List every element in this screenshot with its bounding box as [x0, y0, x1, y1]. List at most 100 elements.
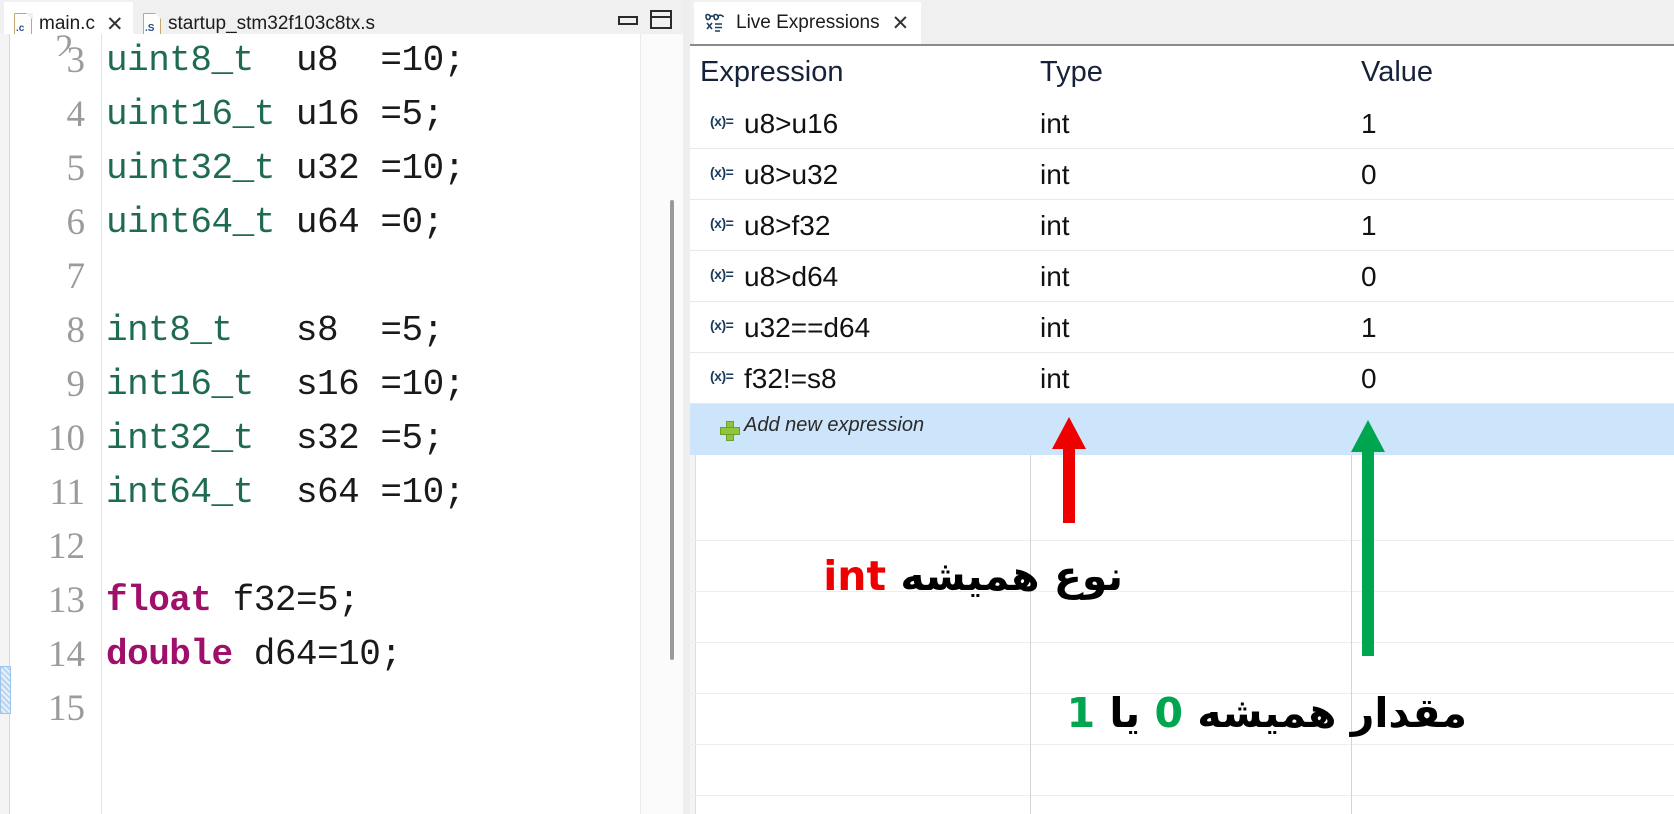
- line-number: 6: [66, 202, 86, 243]
- live-expressions-pane: Live Expressions ✕ Expression Type Value…: [690, 0, 1674, 814]
- editor-pane: .c main.c ✕ .S startup_stm32f103c8tx.s 2…: [0, 0, 690, 814]
- editor-tab-startup-s-label: startup_stm32f103c8tx.s: [168, 13, 375, 34]
- code-line[interactable]: 8 int8_t s8 =5;: [0, 304, 640, 358]
- variable-icon: (x)=: [710, 368, 734, 384]
- annotation-type-note: نوع همیشه int: [823, 552, 1123, 600]
- tab-live-expressions-label: Live Expressions: [736, 12, 880, 33]
- annotation-text-run: 1: [1066, 689, 1096, 737]
- code-token: u64 =0;: [274, 202, 444, 243]
- line-number: 10: [48, 418, 85, 459]
- line-number: 9: [66, 364, 86, 405]
- code-line[interactable]: 9 int16_t s16 =10;: [0, 358, 640, 412]
- editor-body: 2 3 uint8_t u8 =10; 4 uint16_t u16 =5; 5 uint…: [0, 34, 690, 814]
- code-token: uint8_t: [106, 40, 254, 81]
- line-number: 8: [66, 310, 86, 351]
- add-new-expression-label: Add new expression: [744, 414, 925, 436]
- close-icon[interactable]: ✕: [892, 13, 910, 34]
- table-header-row: Expression Type Value: [690, 46, 1674, 98]
- code-line[interactable]: 11 int64_t s64 =10;: [0, 466, 640, 520]
- line-number: 3: [66, 40, 86, 81]
- cell-expression: u8>f32: [744, 210, 831, 241]
- code-text-area[interactable]: 3 uint8_t u8 =10; 4 uint16_t u16 =5; 5 uint32…: [0, 34, 640, 814]
- line-number: 5: [66, 148, 86, 189]
- add-plus-icon[interactable]: [720, 421, 740, 441]
- code-line-text: uint8_t u8 =10;: [106, 34, 465, 88]
- pane-divider[interactable]: [683, 0, 690, 814]
- cell-type: int: [1040, 159, 1070, 190]
- code-token: double: [106, 634, 233, 675]
- tab-live-expressions[interactable]: Live Expressions ✕: [694, 2, 922, 44]
- column-header-type[interactable]: Type: [1040, 46, 1103, 98]
- code-line[interactable]: 14 double d64=10;: [0, 628, 640, 682]
- c-file-icon-label: .c: [16, 23, 25, 34]
- line-number: 12: [48, 526, 85, 567]
- ide-window: .c main.c ✕ .S startup_stm32f103c8tx.s 2…: [0, 0, 1674, 814]
- cell-type: int: [1040, 312, 1070, 343]
- code-line[interactable]: 7: [0, 250, 640, 304]
- code-token: s32 =5;: [253, 418, 444, 459]
- code-token: int32_t: [106, 418, 254, 459]
- table-row[interactable]: (x)= u8>d64 int 0: [690, 251, 1674, 302]
- column-header-value[interactable]: Value: [1361, 46, 1433, 98]
- cell-value: 1: [1361, 108, 1377, 139]
- table-row[interactable]: (x)= u8>u16 int 1: [690, 98, 1674, 149]
- code-token: uint16_t: [106, 94, 275, 135]
- s-file-icon: .S: [143, 12, 162, 35]
- table-row[interactable]: (x)= f32!=s8 int 0: [690, 353, 1674, 404]
- code-line-text: uint32_t u32 =10;: [106, 142, 465, 196]
- code-line-text: int32_t s32 =5;: [106, 412, 444, 466]
- code-line-text: float f32=5;: [106, 574, 360, 628]
- maximize-icon[interactable]: [650, 10, 672, 29]
- live-expressions-icon: [704, 13, 728, 33]
- empty-row-divider: [690, 540, 1674, 541]
- cell-value: 0: [1361, 363, 1377, 394]
- code-token: s16 =10;: [253, 364, 465, 405]
- code-token: int64_t: [106, 472, 254, 513]
- code-line[interactable]: 6 uint64_t u64 =0;: [0, 196, 640, 250]
- code-line[interactable]: 15: [0, 682, 640, 736]
- add-new-expression-row[interactable]: Add new expression: [690, 404, 1674, 455]
- code-token: s8 =5;: [232, 310, 444, 351]
- code-token: uint32_t: [106, 148, 275, 189]
- cell-expression: u8>d64: [744, 261, 839, 292]
- code-token: u8 =10;: [253, 40, 465, 81]
- cell-expression: u32==d64: [744, 312, 871, 343]
- cell-value: 1: [1361, 210, 1377, 241]
- line-number: 4: [66, 94, 86, 135]
- annotation-text-run: یا: [1095, 689, 1155, 737]
- cell-type: int: [1040, 363, 1070, 394]
- annotation-value-note: مقدار همیشه 0 یا 1: [1067, 689, 1467, 737]
- cell-value: 0: [1361, 261, 1377, 292]
- code-token: d64=10;: [232, 634, 402, 675]
- view-tab-bar: Live Expressions ✕: [690, 0, 1674, 44]
- code-line[interactable]: 5 uint32_t u32 =10;: [0, 142, 640, 196]
- expressions-table: Expression Type Value (x)= u8>u16 int 1 (x)=…: [690, 44, 1674, 814]
- cell-type: int: [1040, 108, 1070, 139]
- scrollbar-thumb[interactable]: [670, 200, 674, 660]
- table-row[interactable]: (x)= u8>f32 int 1: [690, 200, 1674, 251]
- table-row[interactable]: (x)= u32==d64 int 1: [690, 302, 1674, 353]
- annotation-text-run: نوع همیشه: [886, 552, 1123, 600]
- close-icon[interactable]: ✕: [106, 14, 124, 35]
- cell-type: int: [1040, 261, 1070, 292]
- minimize-icon[interactable]: [618, 14, 638, 26]
- code-line-text: int8_t s8 =5;: [106, 304, 444, 358]
- code-line[interactable]: 4 uint16_t u16 =5;: [0, 88, 640, 142]
- code-line[interactable]: 12: [0, 520, 640, 574]
- variable-icon: (x)=: [710, 113, 734, 129]
- code-token: uint64_t: [106, 202, 275, 243]
- column-header-expression[interactable]: Expression: [700, 46, 843, 98]
- code-line-text: double d64=10;: [106, 628, 402, 682]
- code-line[interactable]: 10 int32_t s32 =5;: [0, 412, 640, 466]
- code-token: int16_t: [106, 364, 254, 405]
- table-row[interactable]: (x)= u8>u32 int 0: [690, 149, 1674, 200]
- variable-icon: (x)=: [710, 164, 734, 180]
- cell-expression: f32!=s8: [744, 363, 837, 394]
- editor-tab-main-c-label: main.c: [39, 13, 95, 34]
- s-file-icon-label: .S: [145, 23, 155, 34]
- code-line[interactable]: 13 float f32=5;: [0, 574, 640, 628]
- code-line-text: uint16_t u16 =5;: [106, 88, 444, 142]
- cell-value: 1: [1361, 312, 1377, 343]
- code-token: float: [106, 580, 212, 621]
- code-line[interactable]: 3 uint8_t u8 =10;: [0, 34, 640, 88]
